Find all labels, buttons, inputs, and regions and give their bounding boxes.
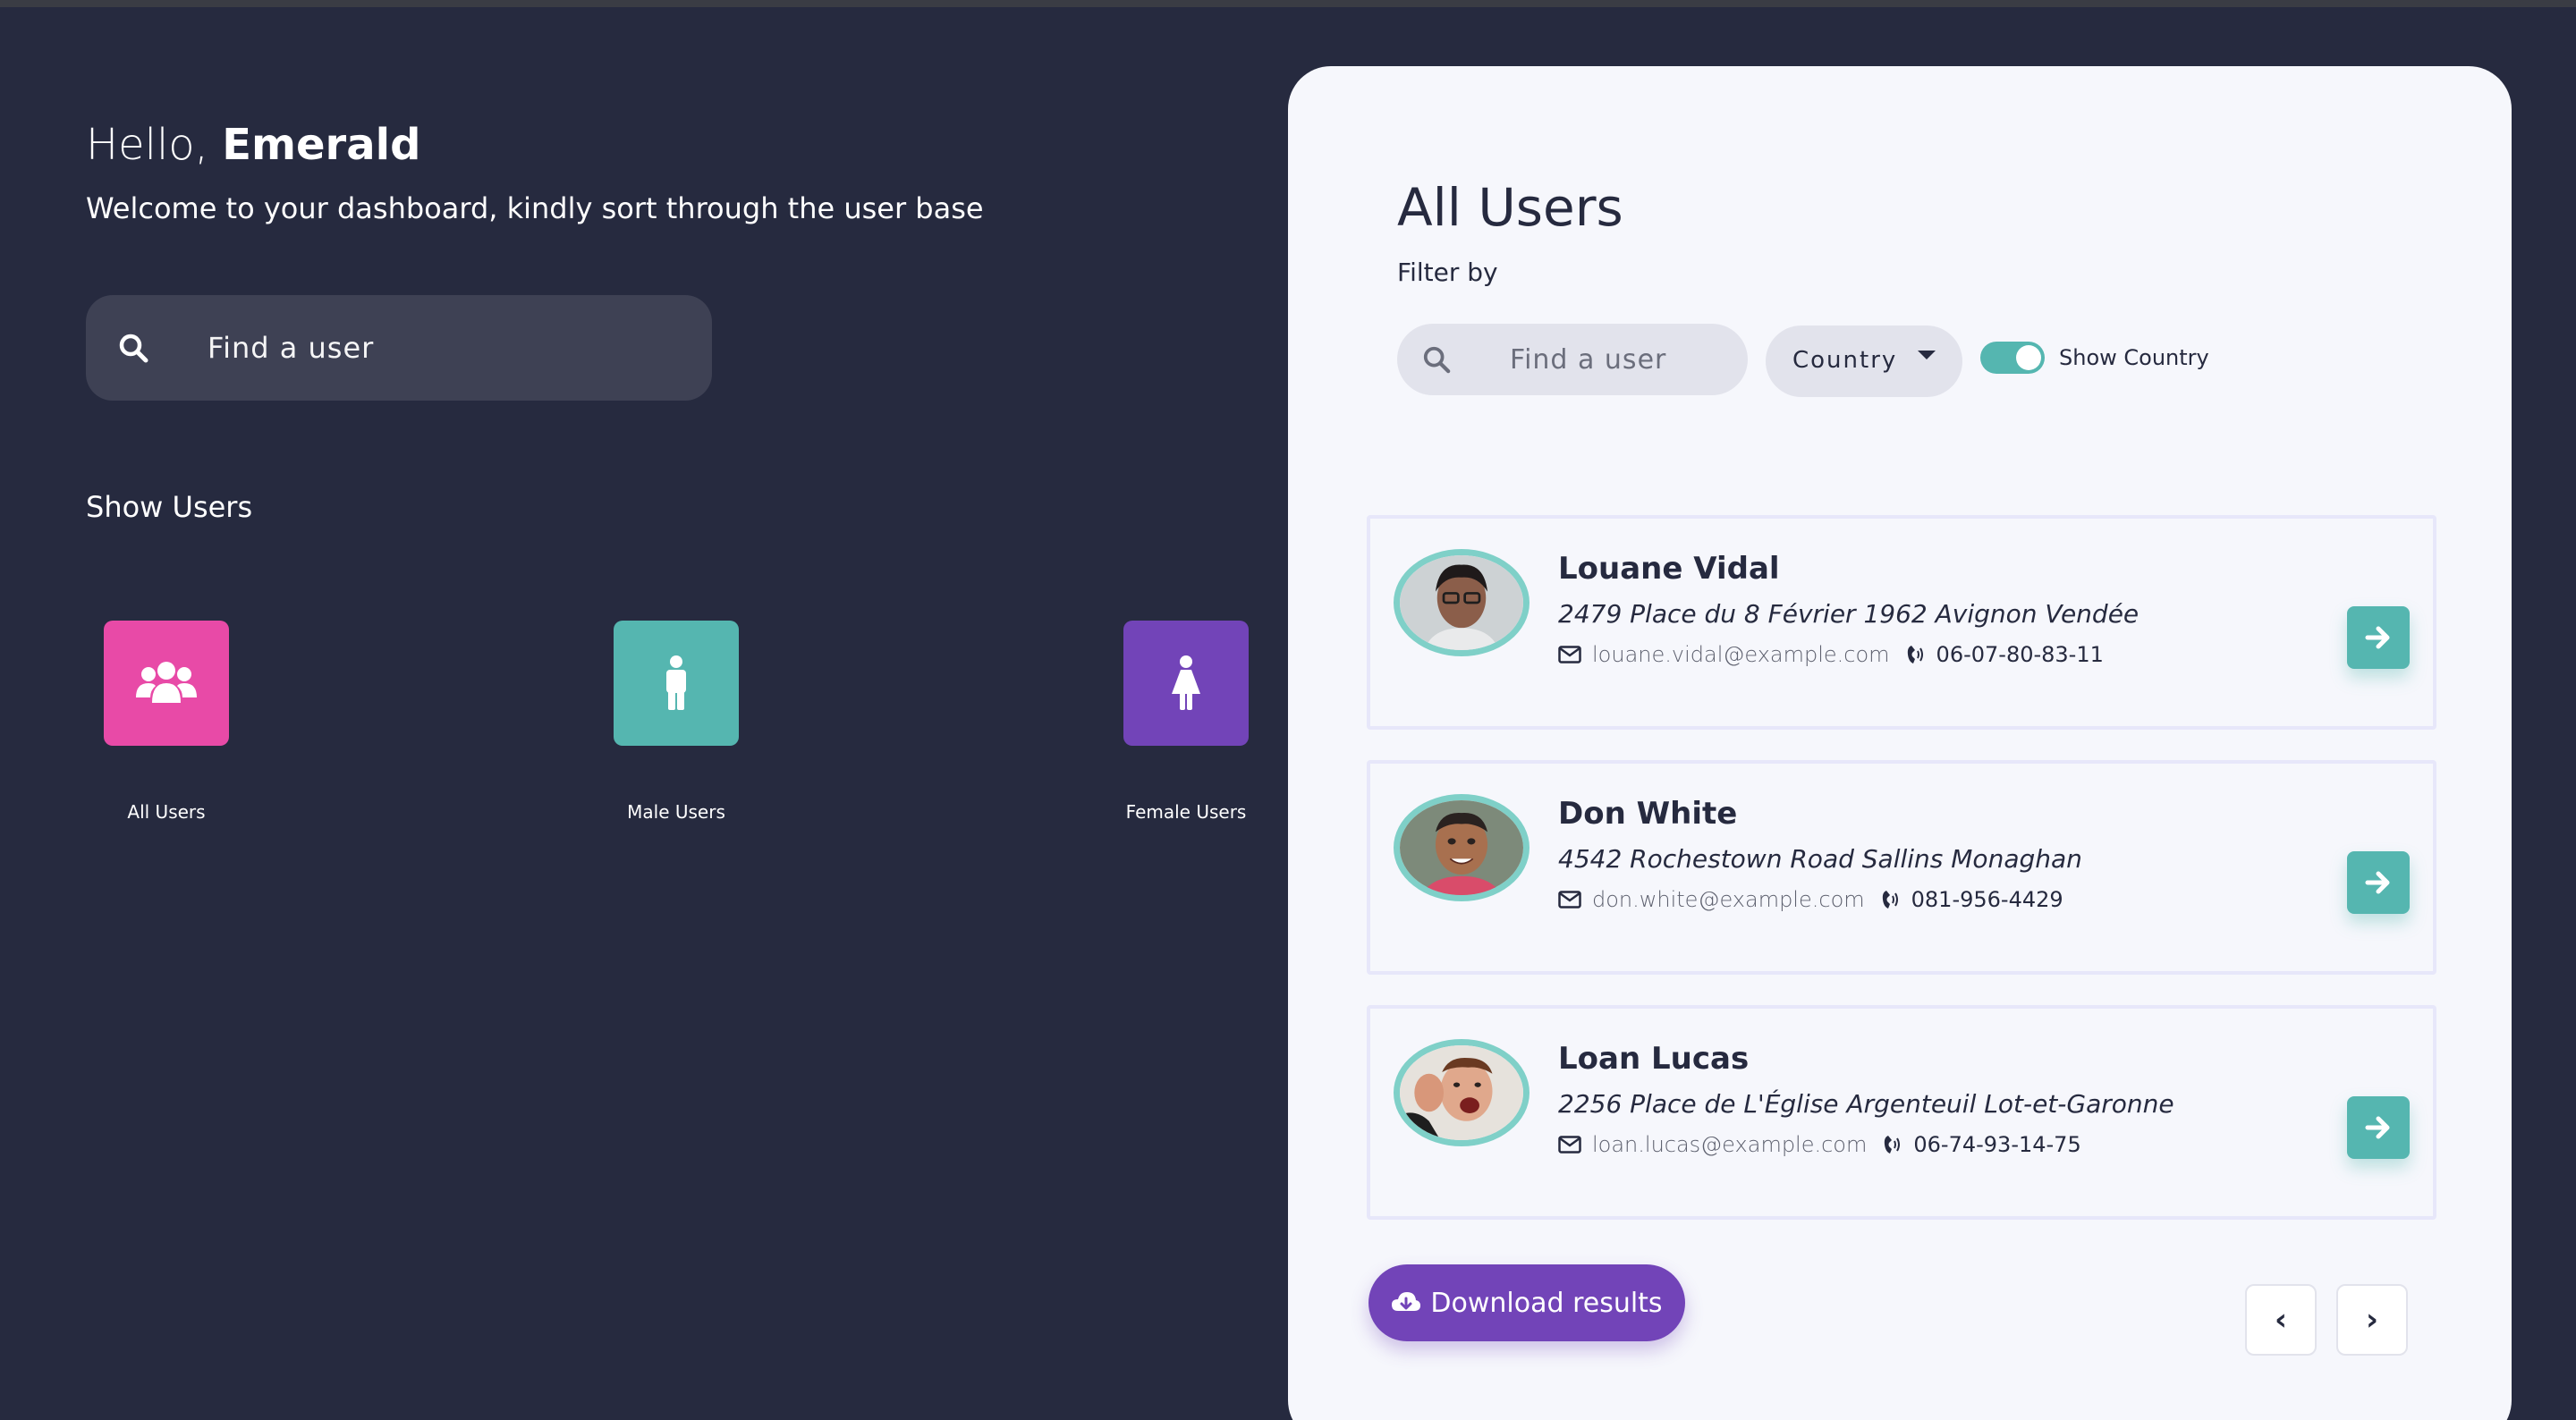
users-group-icon [136, 662, 197, 703]
window-top-bar [0, 0, 2576, 7]
users-panel: All Users Filter by Country Show Country [1288, 66, 2512, 1420]
male-users-label: Male Users [627, 801, 725, 823]
view-user-button[interactable] [2347, 851, 2410, 914]
user-card: Don White 4542 Rochestown Road Sallins M… [1367, 760, 2436, 975]
user-phone: 06-07-80-83-11 [1936, 642, 2104, 667]
user-card: Louane Vidal 2479 Place du 8 Février 196… [1367, 515, 2436, 730]
caret-down-icon [1918, 351, 1936, 359]
show-country-toggle[interactable] [1980, 342, 2045, 374]
country-select-label: Country [1792, 347, 1898, 374]
previous-page-button[interactable]: ‹ [2245, 1284, 2317, 1356]
avatar [1394, 549, 1530, 656]
search-icon [119, 334, 148, 363]
envelope-icon [1558, 1136, 1581, 1154]
cloud-download-icon [1392, 1292, 1421, 1311]
user-name: Louane Vidal [1558, 551, 1780, 587]
user-photo [1400, 1045, 1523, 1140]
filter-by-label: Filter by [1397, 258, 1498, 287]
dashboard-subtitle: Welcome to your dashboard, kindly sort t… [86, 191, 984, 225]
country-select[interactable]: Country [1766, 325, 1962, 397]
download-results-label: Download results [1430, 1287, 1663, 1319]
user-address: 4542 Rochestown Road Sallins Monaghan [1558, 844, 2082, 874]
avatar [1394, 794, 1530, 901]
greeting-text: Hello, [86, 120, 208, 170]
user-name: Don White [1558, 796, 1738, 832]
left-search-box[interactable] [86, 295, 712, 401]
male-users-button[interactable] [614, 621, 739, 746]
female-users-button[interactable] [1123, 621, 1249, 746]
user-address: 2479 Place du 8 Février 1962 Avignon Ven… [1558, 599, 2140, 629]
user-name: Emerald [222, 120, 421, 170]
envelope-icon [1558, 646, 1581, 664]
next-page-button[interactable]: › [2336, 1284, 2408, 1356]
arrow-right-icon [2365, 626, 2390, 649]
view-user-button[interactable] [2347, 606, 2410, 669]
all-users-label: All Users [127, 801, 206, 823]
show-country-label: Show Country [2059, 345, 2209, 370]
view-user-button[interactable] [2347, 1096, 2410, 1159]
search-icon [1423, 346, 1451, 374]
user-phone: 081-956-4429 [1911, 887, 2063, 912]
toggle-knob [2016, 345, 2041, 370]
user-photo [1400, 800, 1523, 895]
user-email: loan.lucas@example.com [1592, 1132, 1868, 1157]
panel-search-input[interactable] [1510, 340, 1733, 379]
show-users-heading: Show Users [86, 490, 253, 524]
female-icon [1172, 655, 1200, 710]
greeting: Hello, Emerald [86, 120, 420, 170]
all-users-button[interactable] [104, 621, 229, 746]
arrow-right-icon [2365, 871, 2390, 894]
avatar [1394, 1039, 1530, 1146]
phone-icon [1907, 646, 1923, 664]
panel-search-box[interactable] [1397, 324, 1748, 395]
female-users-label: Female Users [1125, 801, 1247, 823]
male-icon [666, 655, 686, 710]
user-email: don.white@example.com [1592, 887, 1865, 912]
user-name: Loan Lucas [1558, 1041, 1750, 1077]
user-email: louane.vidal@example.com [1592, 642, 1890, 667]
arrow-right-icon [2365, 1116, 2390, 1139]
envelope-icon [1558, 891, 1581, 909]
download-results-button[interactable]: Download results [1368, 1264, 1685, 1341]
user-address: 2256 Place de L'Église Argenteuil Lot-et… [1558, 1089, 2174, 1119]
user-phone: 06-74-93-14-75 [1913, 1132, 2081, 1157]
user-contact: loan.lucas@example.com 06-74-93-14-75 [1558, 1132, 2081, 1157]
phone-icon [1885, 1136, 1901, 1154]
user-card: Loan Lucas 2256 Place de L'Église Argent… [1367, 1005, 2436, 1220]
user-contact: louane.vidal@example.com 06-07-80-83-11 [1558, 642, 2104, 667]
user-contact: don.white@example.com 081-956-4429 [1558, 887, 2063, 912]
left-search-input[interactable] [208, 322, 673, 374]
user-photo [1400, 555, 1523, 650]
phone-icon [1882, 891, 1898, 909]
panel-title: All Users [1397, 177, 1623, 238]
